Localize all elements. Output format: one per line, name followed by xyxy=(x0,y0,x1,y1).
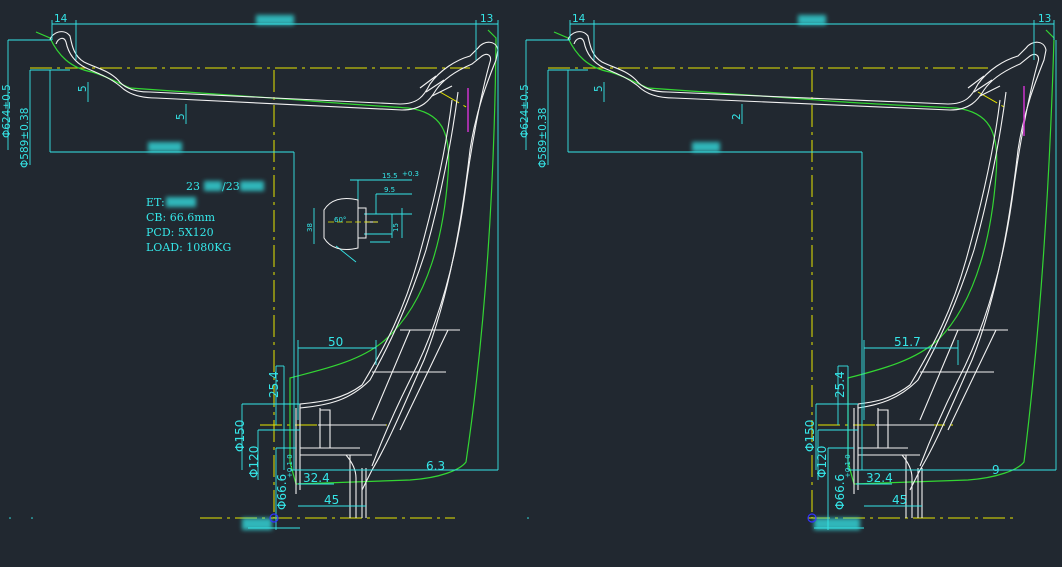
stray-dot-1 xyxy=(9,517,11,519)
right-flange-offset: 51.7 xyxy=(894,335,921,349)
detail-angle: 60° xyxy=(334,216,346,224)
right-dia-outer: Φ624±0.5 xyxy=(519,84,531,138)
right-hub-width: 45 xyxy=(892,493,907,507)
right-blurred-width xyxy=(798,15,826,25)
right-thickness-b: 2 xyxy=(731,113,743,120)
left-blurred-bottom xyxy=(242,518,272,530)
detail-38: 38 xyxy=(306,223,314,232)
right-dia-seat: Φ589±0.38 xyxy=(537,108,549,168)
right-bolt-seat: 32.4 xyxy=(866,471,893,485)
left-blurred-width xyxy=(256,15,294,25)
left-thickness-a: 5 xyxy=(77,85,89,92)
left-thickness-b: 5 xyxy=(175,113,187,120)
detail-95: 9.5 xyxy=(384,186,395,194)
detail-tol: +0.3 xyxy=(402,170,419,178)
spec-size-slash: /23 xyxy=(222,180,240,193)
spec-cb: CB: 66.6mm xyxy=(146,211,216,224)
right-blurred-bottom xyxy=(814,518,860,530)
spec-load: LOAD: 1080KG xyxy=(146,241,231,254)
right-bore-tolerance: +0.1 0 xyxy=(844,454,852,478)
spec-pcd: PCD: 5X120 xyxy=(146,226,214,239)
left-dia-seat: Φ589±0.38 xyxy=(19,108,31,168)
right-blurred-offset xyxy=(692,142,720,152)
right-dia-bore: Φ66.6 xyxy=(833,474,847,510)
detail-155: 15.5 xyxy=(382,172,398,180)
spec-size-blur xyxy=(204,181,222,191)
right-rim-edge: 9 xyxy=(992,463,1000,477)
left-rim-edge: 6.3 xyxy=(426,459,445,473)
spec-et-blur xyxy=(166,197,196,207)
left-flange-offset: 50 xyxy=(328,335,343,349)
left-dia-bore: Φ66.6 xyxy=(275,474,289,510)
left-blurred-offset xyxy=(148,142,182,152)
detail-15: 15 xyxy=(392,223,400,232)
left-dim-top-right: 13 xyxy=(480,13,493,25)
left-dim-top-left: 14 xyxy=(54,13,68,25)
right-dim-top-left: 14 xyxy=(572,13,586,25)
spec-et: ET: xyxy=(146,196,165,209)
left-bolt-seat: 32.4 xyxy=(303,471,330,485)
cad-drawing-canvas: 14 13 Φ624±0.5 Φ589±0.38 5 5 50 25.4 Φ15… xyxy=(0,0,1062,567)
right-hub-depth: 25.4 xyxy=(833,371,847,398)
stray-dot-3 xyxy=(527,517,529,519)
spec-size: 23 xyxy=(186,180,200,193)
spec-size-blur-2 xyxy=(240,181,264,191)
left-dia-120: Φ120 xyxy=(247,446,261,478)
right-dia-120: Φ120 xyxy=(815,446,829,478)
stray-dot-2 xyxy=(31,517,33,519)
right-dim-top-right: 13 xyxy=(1038,13,1051,25)
left-dia-150: Φ150 xyxy=(233,420,247,452)
left-hub-depth: 25.4 xyxy=(267,371,281,398)
left-dia-outer: Φ624±0.5 xyxy=(1,84,13,138)
left-bore-tolerance: +0.1 0 xyxy=(286,454,294,478)
left-hub-width: 45 xyxy=(324,493,339,507)
right-thickness-a: 5 xyxy=(593,85,605,92)
